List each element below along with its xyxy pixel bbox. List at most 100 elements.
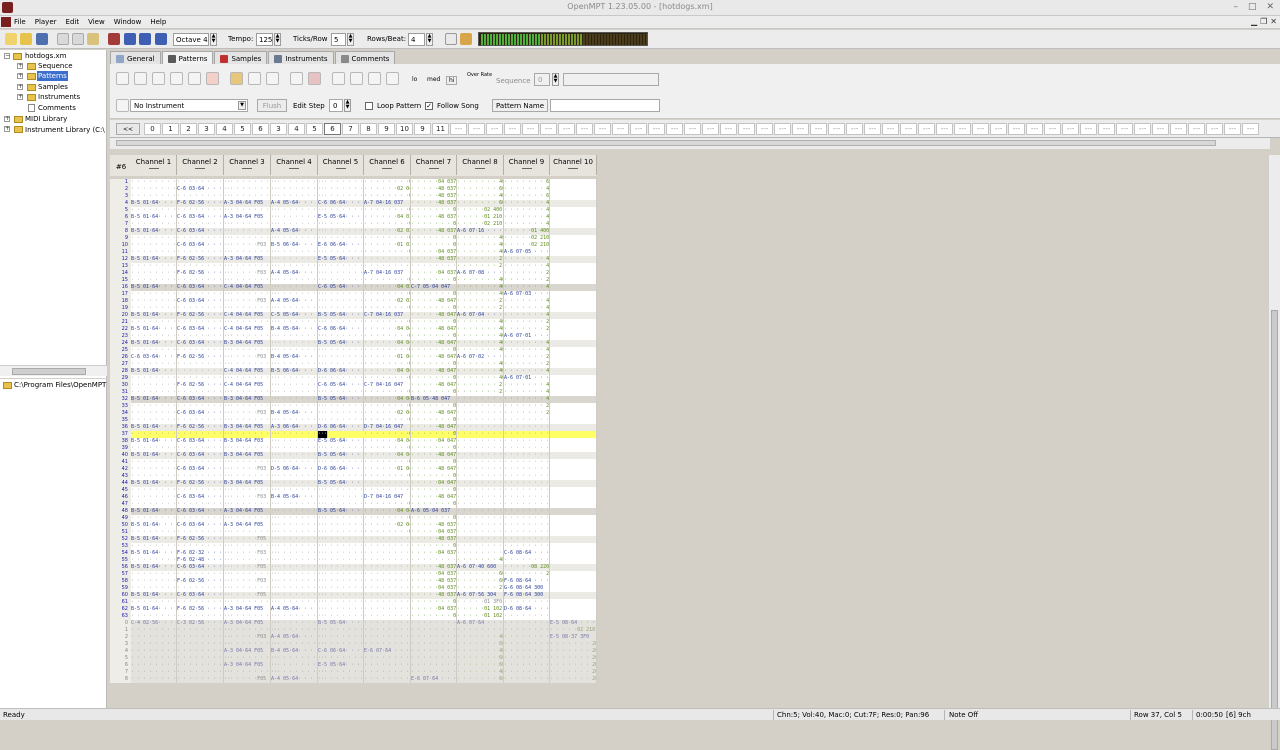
chevron-down-icon[interactable]: ▼ [238, 101, 246, 110]
pattern-cell[interactable]: · · · · · · · · · [504, 522, 550, 529]
pattern-cell[interactable]: · · · · · · · 200 [504, 571, 550, 578]
order-empty[interactable]: --- [900, 123, 917, 135]
tree-item-midi-library[interactable]: MIDI Library [25, 114, 67, 124]
pattern-cell[interactable]: ··· · · · · · · · [318, 333, 364, 340]
pattern-cell[interactable]: · · · · · · · · · [364, 613, 411, 620]
pattern-cell[interactable]: · · · · · · · · · [131, 634, 177, 641]
pattern-cell[interactable]: · · · · · · · 200 [550, 648, 597, 655]
pattern-row[interactable]: 2 · · · · · · · · · · · · · · · · · · · · ·… [110, 634, 597, 641]
pattern-row[interactable]: 3 · · · · · · · · · · · · · · · · · · · · ·… [110, 193, 597, 200]
pattern-row[interactable]: 11 · · · · · · · · · · · · · · · · · · · ·… [110, 249, 597, 256]
pattern-cell[interactable]: · · · · · · · 400 [457, 277, 504, 284]
pattern-cell[interactable]: · · · · · · · · · [177, 249, 224, 256]
pattern-cell[interactable]: · · · · · · · · · [504, 662, 550, 669]
pattern-cell[interactable]: ··· · · · ·F03 [224, 494, 271, 501]
pattern-cell[interactable]: · · · · · · · · · [504, 669, 550, 676]
pattern-cell[interactable]: B-6 05·48 047 [411, 396, 457, 403]
pattern-cell[interactable]: C-6 03·64 · · · [177, 508, 224, 515]
pattern-cell[interactable] [550, 263, 597, 270]
pattern-cell[interactable]: · · · · · · · 047 [411, 445, 457, 452]
pattern-cell[interactable]: A-6 07·05 · · · [504, 249, 550, 256]
pattern-cell[interactable]: C-6 03·64 · · · [177, 592, 224, 599]
pattern-cell[interactable]: ··· · · · · · · · [271, 340, 318, 347]
pattern-cell[interactable]: · · · · · · · · · [177, 676, 224, 683]
pattern-cell[interactable]: ··· · · · ·F03 [224, 270, 271, 277]
pattern-cell[interactable]: C-7 04·16 047 [364, 382, 411, 389]
pattern-cell[interactable]: · · · · ·48 037 [411, 256, 457, 263]
pattern-cell[interactable]: · · · · · · · · · [364, 655, 411, 662]
pattern-cell[interactable]: F-6 02·56 · · · [177, 480, 224, 487]
pattern-cell[interactable]: ··· · · · · · · · [318, 445, 364, 452]
pattern-row[interactable]: 6· · · · · · · · · · · · · · · · · · A-3… [110, 662, 597, 669]
pattern-cell[interactable]: ··· · · · · · · · [224, 291, 271, 298]
pattern-cell[interactable]: B-5 01·64· · · [131, 396, 177, 403]
pattern-cell[interactable]: · · · · · · · 400 [457, 291, 504, 298]
pattern-cell[interactable]: · · · · · ·04 037 [364, 284, 411, 291]
order-item[interactable]: 3 [198, 123, 215, 135]
pattern-cell[interactable]: · · · · · · · · · [364, 662, 411, 669]
order-empty[interactable]: --- [918, 123, 935, 135]
pattern-cell[interactable]: · · · · · · · · · [364, 627, 411, 634]
pattern-cell[interactable]: ··· · · · · · · · [318, 543, 364, 550]
pattern-row[interactable]: 3 · · · · · · · · · · · · · · · · · · · · ·… [110, 641, 597, 648]
pattern-cell[interactable] [550, 452, 597, 459]
pattern-cell[interactable]: · · · · · · · 210 [457, 585, 504, 592]
order-empty[interactable]: --- [1026, 123, 1043, 135]
pattern-cell[interactable]: · · · · · · · · · [177, 235, 224, 242]
pattern-row[interactable]: 36 B-5 01·64· · · F-6 02·56 · · · B-3 04·… [110, 424, 597, 431]
pattern-cell[interactable]: C-6 03·64 · · · [177, 564, 224, 571]
pattern-cell[interactable]: · · · · · · · · · [364, 256, 411, 263]
pattern-cell[interactable]: · · · · · · · · · [457, 529, 504, 536]
pattern-cell[interactable]: · · · · · · · 600 [457, 578, 504, 585]
order-item[interactable]: 8 [360, 123, 377, 135]
pattern-cell[interactable]: · · · · · · · · · [457, 466, 504, 473]
pattern-cell[interactable]: · · · · · · · · · [457, 501, 504, 508]
pattern-cell[interactable]: ··· · · · · · · · [271, 382, 318, 389]
pattern-cell[interactable]: · · · · · · · 600 [457, 662, 504, 669]
pattern-cell[interactable]: ··· · · · · · · · [224, 228, 271, 235]
pattern-cell[interactable]: B-5 01·64· · · [131, 522, 177, 529]
pattern-cell[interactable]: ··· · · · · · · · [271, 501, 318, 508]
pattern-cell[interactable]: ··· · · · · · · · [224, 557, 271, 564]
pattern-cell[interactable]: ··· · · · · · · · [271, 627, 318, 634]
channel-header[interactable]: Channel 8 [457, 155, 504, 175]
loop-pattern-checkbox[interactable] [365, 102, 373, 110]
pattern-cell[interactable]: · · · · · · · 600 [457, 655, 504, 662]
pattern-cell[interactable]: A-3 06·64· · · [271, 424, 318, 431]
tab-patterns[interactable]: Patterns [161, 51, 214, 64]
mdi-restore-icon[interactable]: ❐ [1260, 17, 1267, 26]
pattern-cell[interactable]: A-7 04·16 037 [364, 200, 411, 207]
pattern-row[interactable]: 58· · · · · · · · · F-6 02·56 · · · ··· … [110, 578, 597, 585]
pattern-cell[interactable]: A-7 04·16 037 [364, 270, 411, 277]
pattern-cell[interactable]: · · · · · · · · · [457, 550, 504, 557]
pattern-cell[interactable] [550, 193, 597, 200]
pattern-cell[interactable]: A-6 07·01 · · · [504, 375, 550, 382]
pattern-cell[interactable]: · · · · · · · ·047 [364, 375, 411, 382]
pattern-cell[interactable]: ··· · · · · · · · [224, 389, 271, 396]
pattern-cell[interactable]: D-7 04·16 047 [364, 494, 411, 501]
pattern-cell[interactable]: · · · · · · · ·037 [364, 249, 411, 256]
pattern-cell[interactable]: · · · · · · · · · [131, 263, 177, 270]
pattern-cell[interactable]: · · · · · · · · · [504, 515, 550, 522]
pattern-cell[interactable]: ··· · · · · · · · [271, 613, 318, 620]
pattern-cell[interactable] [550, 242, 597, 249]
pattern-cell[interactable]: · · · · · · · · · [131, 242, 177, 249]
pattern-cell[interactable]: ··· · · · · · · · [318, 417, 364, 424]
order-empty[interactable]: --- [936, 123, 953, 135]
pattern-cell[interactable]: E-5 05·64· · · [318, 662, 364, 669]
pattern-cell[interactable]: · · · · · ·04 037 [364, 214, 411, 221]
pattern-cell[interactable]: · · · · · · · · · [457, 452, 504, 459]
pattern-cell[interactable]: · · · · · · · 482 [457, 648, 504, 655]
pattern-cell[interactable]: · · · · · · · · · [131, 613, 177, 620]
pattern-cell[interactable]: C-6 03·64 · · · [177, 396, 224, 403]
pattern-cell[interactable]: ··· · · · · · · · [271, 655, 318, 662]
pattern-cell[interactable]: · · · · · · · · · [504, 494, 550, 501]
pattern-cell[interactable]: G-6 08·64 300 [504, 585, 550, 592]
pattern-cell[interactable]: · · · · · · · · · [177, 648, 224, 655]
pattern-cell[interactable]: ··· · · · · · · · [318, 613, 364, 620]
pattern-cell[interactable]: · · · · · · · · · [504, 501, 550, 508]
midi-icon[interactable] [308, 72, 321, 85]
pattern-cell[interactable]: ··· · · · · · · · [224, 655, 271, 662]
pattern-cell[interactable]: A-6 05·04 037 [411, 508, 457, 515]
order-item[interactable]: 5 [306, 123, 323, 135]
